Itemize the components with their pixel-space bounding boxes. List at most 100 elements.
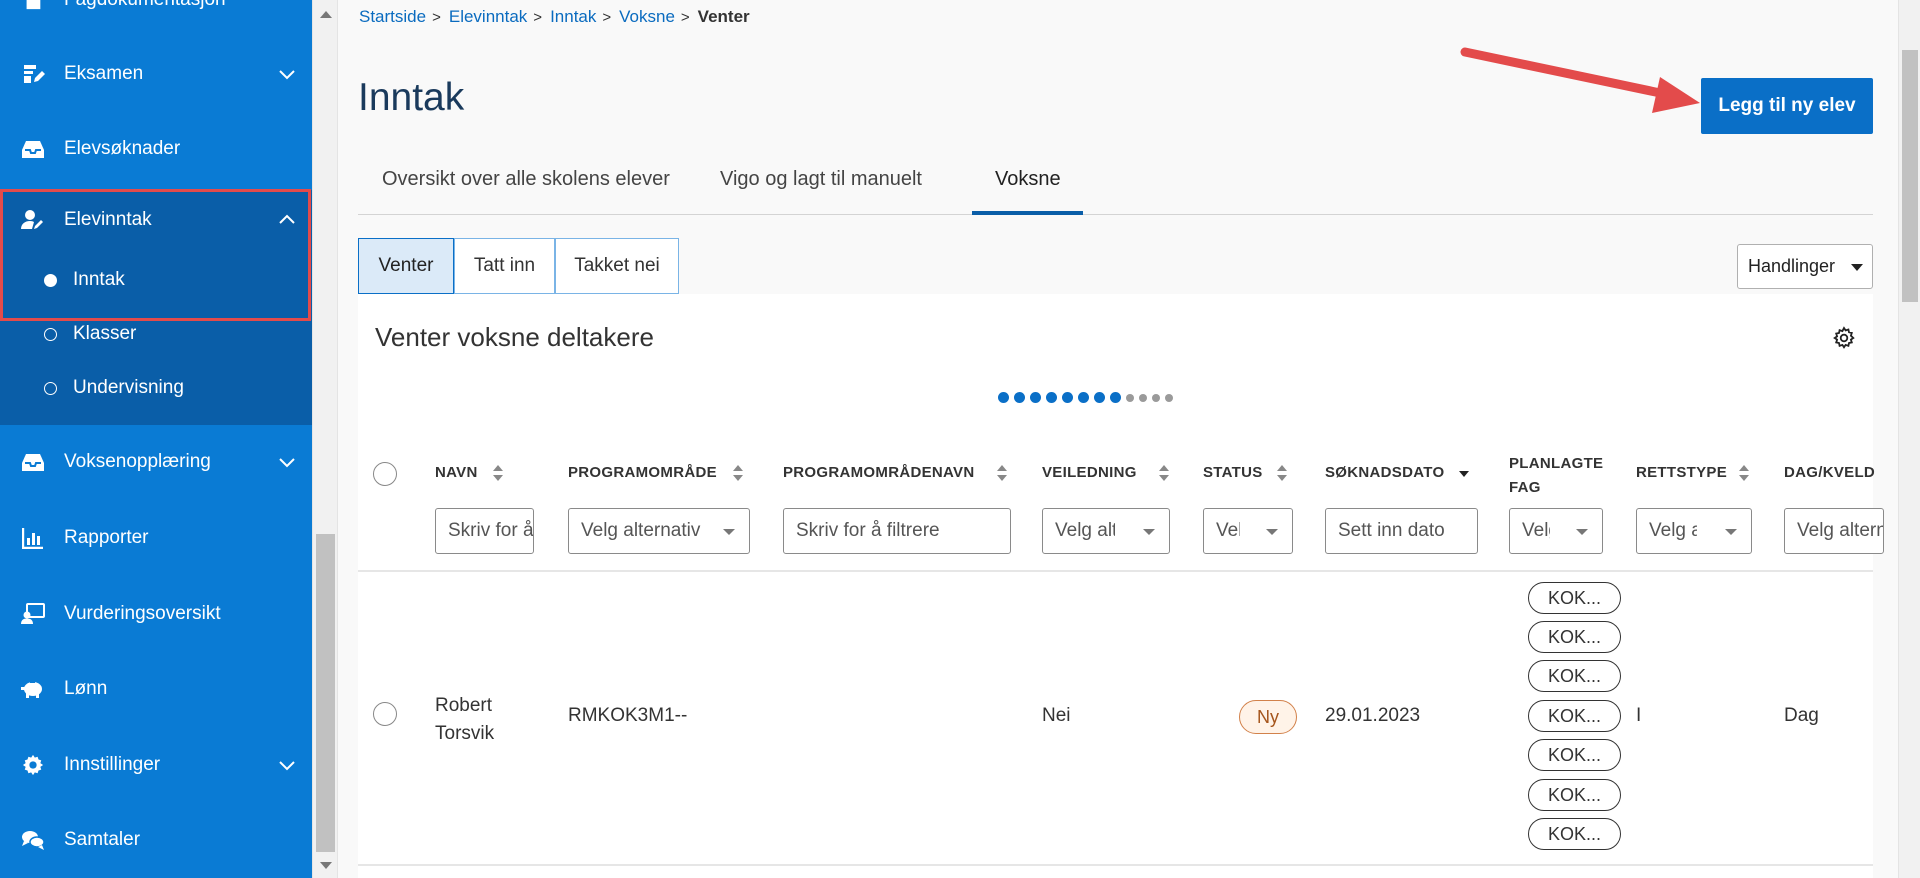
pager-dot[interactable] [1152, 393, 1160, 402]
planned-subject-chip[interactable]: KOK... [1528, 700, 1621, 732]
pager-dot-active[interactable] [1046, 392, 1057, 403]
sidebar-item-samtaler[interactable]: Samtaler [0, 810, 312, 870]
cell-rettstype: I [1636, 705, 1642, 726]
sidebar-item-innstillinger[interactable]: Innstillinger [0, 735, 312, 795]
page-scrollbar[interactable] [1898, 0, 1920, 878]
pager-dot[interactable] [1165, 393, 1173, 402]
exam-edit-icon [21, 62, 45, 86]
sidebar-item-label: Innstillinger [64, 754, 161, 775]
scrollbar-thumb[interactable] [1902, 50, 1918, 302]
planned-subject-chip[interactable]: KOK... [1528, 739, 1621, 771]
card-title: Venter voksne deltakere [375, 322, 654, 352]
sort-icon[interactable] [1158, 464, 1170, 482]
filter-planlagte-fag-select[interactable]: Velg alternativ [1509, 508, 1603, 554]
breadcrumb-separator-icon: > [533, 8, 543, 26]
sort-icon[interactable] [492, 464, 504, 482]
filter-programomradenavn-input[interactable]: Skriv for å filtrere [783, 508, 1011, 554]
chat-icon [21, 828, 45, 852]
filter-status-select[interactable]: Velg alternativ [1203, 508, 1293, 554]
sidebar-item-eksamen[interactable]: Eksamen [0, 44, 312, 104]
filter-programomrade-select[interactable]: Velg alternativ [568, 508, 750, 554]
sidebar-subitem-undervisning[interactable]: Undervisning [0, 363, 312, 413]
filter-navn-input[interactable]: Skriv for å filtrere [435, 508, 534, 554]
column-header-veiledning[interactable]: VEILEDNING [1042, 464, 1137, 481]
header-divider [358, 570, 1873, 572]
sidebar-subitem-inntak[interactable]: Inntak [0, 255, 312, 305]
scrollbar-thumb[interactable] [316, 534, 335, 852]
row-checkbox[interactable] [373, 702, 397, 726]
tab-vigo-manual[interactable]: Vigo og lagt til manuelt [720, 168, 922, 191]
planned-subject-chip[interactable]: KOK... [1528, 660, 1621, 692]
pager-dot-active[interactable] [1094, 392, 1105, 403]
column-header-dag-kveld[interactable]: DAG/KVELD [1784, 464, 1875, 481]
pager-dot-active[interactable] [1062, 392, 1073, 403]
sort-icon[interactable] [1276, 464, 1288, 482]
segment-takket-nei[interactable]: Takket nei [555, 238, 679, 294]
sidebar-item-elevsoknader[interactable]: Elevsøknader [0, 119, 312, 179]
scroll-down-icon[interactable] [320, 862, 332, 869]
cell-navn[interactable]: Robert Torsvik [435, 692, 494, 748]
breadcrumb-link[interactable]: Voksne [619, 7, 675, 27]
sort-icon[interactable] [732, 464, 744, 482]
waiting-adults-card: Venter voksne deltakere NAVN PROGRAMOMRÅ… [358, 294, 1884, 878]
column-pager[interactable] [998, 392, 1173, 403]
cell-programomrade: RMKOK3M1-- [568, 705, 688, 726]
column-header-status[interactable]: STATUS [1203, 464, 1263, 481]
pager-dot-active[interactable] [998, 392, 1009, 403]
pager-dot-active[interactable] [1014, 392, 1025, 403]
select-all-checkbox[interactable] [373, 462, 397, 486]
sidebar-item-fagdokumentasjon[interactable]: Fagdokumentasjon [0, 0, 312, 30]
filter-dag-kveld-select[interactable]: Velg alternativ [1784, 508, 1884, 554]
pager-dot-active[interactable] [1078, 392, 1089, 403]
sort-icon[interactable] [1738, 464, 1750, 482]
sort-desc-icon[interactable] [1458, 464, 1470, 482]
actions-dropdown[interactable]: Handlinger [1737, 244, 1873, 289]
column-header-planlagte-fag[interactable]: PLANLAGTE FAG [1509, 452, 1603, 500]
planned-subject-chip[interactable]: KOK... [1528, 621, 1621, 653]
column-header-navn[interactable]: NAVN [435, 464, 478, 481]
breadcrumb-separator-icon: > [432, 8, 441, 26]
chevron-down-icon [279, 761, 295, 771]
gear-icon [21, 753, 45, 777]
sidebar-item-rapporter[interactable]: Rapporter [0, 508, 312, 568]
filter-soknadsdato-input[interactable]: Sett inn dato [1325, 508, 1478, 554]
status-badge: Ny [1239, 700, 1297, 734]
tab-all-students[interactable]: Oversikt over alle skolens elever [382, 168, 670, 191]
sidebar-scrollbar[interactable] [312, 0, 338, 878]
elevinntak-submenu: Elevinntak Inntak Klasser Undervisning [0, 190, 312, 425]
tab-bar: Oversikt over alle skolens elever Vigo o… [358, 158, 1873, 215]
sidebar-item-vurderingsoversikt[interactable]: Vurderingsoversikt [0, 584, 312, 644]
chevron-down-icon [723, 529, 735, 535]
sidebar-subitem-klasser[interactable]: Klasser [0, 309, 312, 359]
sidebar-item-lonn[interactable]: Lønn [0, 659, 312, 719]
sidebar-subitem-label: Klasser [73, 323, 137, 344]
planned-subject-chip[interactable]: KOK... [1528, 818, 1621, 850]
pager-dot[interactable] [1139, 393, 1147, 402]
pager-dot-active[interactable] [1030, 392, 1041, 403]
planned-subject-chip[interactable]: KOK... [1528, 582, 1621, 614]
column-header-rettstype[interactable]: RETTSTYPE [1636, 464, 1727, 481]
filter-rettstype-select[interactable]: Velg alternativ [1636, 508, 1752, 554]
planned-subject-chip[interactable]: KOK... [1528, 779, 1621, 811]
chevron-down-icon [279, 458, 295, 468]
settings-gear-icon[interactable] [1832, 326, 1856, 350]
segment-venter[interactable]: Venter [358, 238, 454, 294]
document-icon [21, 0, 45, 12]
column-header-soknadsdato[interactable]: SØKNADSDATO [1325, 464, 1444, 481]
breadcrumb-link[interactable]: Elevinntak [449, 7, 527, 27]
segment-tatt-inn[interactable]: Tatt inn [454, 238, 555, 294]
add-student-button[interactable]: Legg til ny elev [1701, 78, 1873, 134]
sidebar-item-elevinntak[interactable]: Elevinntak [0, 190, 312, 250]
column-header-programomradenavn[interactable]: PROGRAMOMRÅDENAVN [783, 464, 975, 481]
breadcrumb-link[interactable]: Inntak [550, 7, 596, 27]
pager-dot[interactable] [1126, 393, 1134, 402]
breadcrumb-link[interactable]: Startside [359, 7, 426, 27]
scroll-up-icon[interactable] [320, 11, 332, 18]
tab-voksne[interactable]: Voksne [995, 168, 1061, 191]
actions-dropdown-label: Handlinger [1748, 256, 1836, 276]
pager-dot-active[interactable] [1110, 392, 1121, 403]
column-header-programomrade[interactable]: PROGRAMOMRÅDE [568, 464, 717, 481]
sidebar-item-voksenopplaering[interactable]: Voksenopplæring [0, 432, 312, 492]
filter-veiledning-select[interactable]: Velg alternativ [1042, 508, 1170, 554]
sort-icon[interactable] [996, 464, 1008, 482]
